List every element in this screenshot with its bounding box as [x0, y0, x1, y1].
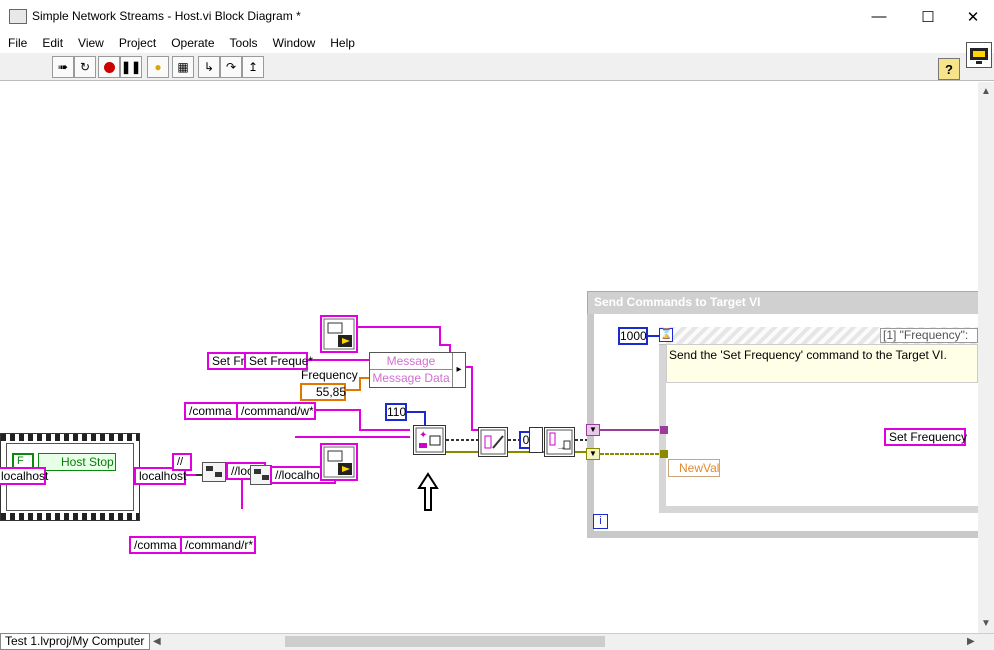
scroll-right-icon[interactable]: ▶: [967, 636, 975, 647]
concatenate-icon: [254, 469, 269, 480]
convert-icon: →: [546, 429, 573, 455]
set-frequency-constant-b[interactable]: Set Freque*: [244, 352, 313, 370]
network-stream-writer-icon: ✦: [415, 427, 444, 453]
scroll-down-icon[interactable]: ▼: [981, 618, 991, 629]
concatenate-strings-node-a[interactable]: [202, 462, 226, 482]
hourglass-icon: ⌛: [660, 329, 673, 340]
concatenate-strings-node-b[interactable]: [250, 465, 272, 485]
variant-to-data-node[interactable]: →: [544, 427, 575, 457]
create-network-stream-writer-node[interactable]: ✦: [413, 425, 446, 455]
slash-constant[interactable]: //: [172, 453, 192, 471]
boolean-constant-label: F: [17, 455, 24, 467]
project-context-path: Test 1.lvproj/My Computer: [0, 633, 150, 650]
iteration-terminal: i: [593, 514, 608, 529]
wait-ms-node[interactable]: ⌛: [659, 328, 673, 342]
case-selector[interactable]: [1] "Frequency":: [880, 328, 978, 343]
newval-unbundle[interactable]: NewVal: [668, 459, 720, 477]
shift-register-left-error[interactable]: ▼: [586, 448, 600, 460]
index-array-node[interactable]: [529, 427, 543, 453]
svg-text:✦: ✦: [419, 430, 427, 441]
up-arrow-annotation: [417, 472, 439, 511]
horizontal-scroll-thumb[interactable]: [285, 636, 605, 647]
film-strip-top: [1, 434, 139, 441]
set-frequency-constant-a[interactable]: Set Fre: [207, 352, 251, 370]
shift-register-left-reference[interactable]: ▼: [586, 424, 600, 436]
shift-register-icon: ▼: [589, 425, 597, 434]
vertical-scrollbar[interactable]: ▲ ▼: [978, 82, 994, 633]
command-w-constant-a[interactable]: /comma: [184, 402, 240, 420]
bundle-output-icon: ▸: [452, 353, 465, 387]
command-w-constant-b[interactable]: /command/w*: [236, 402, 316, 420]
message-class-constant-bottom[interactable]: [320, 443, 358, 481]
shift-register-icon: ▼: [589, 449, 597, 458]
loop-label: Send Commands to Target VI: [587, 291, 978, 314]
frequency-label: Frequency: [301, 368, 358, 382]
write-pencil-icon: [480, 429, 506, 455]
localhost-constant-a[interactable]: localhost: [0, 467, 48, 485]
scroll-left-icon[interactable]: ◀: [153, 636, 161, 647]
case-tunnel-error: [660, 450, 668, 458]
set-frequency-string-constant[interactable]: Set Frequency: [884, 428, 967, 446]
bundle-field-message-data: Message Data: [372, 371, 450, 385]
write-element-node[interactable]: [478, 427, 508, 457]
message-class-icon: [323, 318, 355, 350]
command-r-constant-a[interactable]: /comma: [129, 536, 183, 554]
case-tunnel-reference: [660, 426, 668, 434]
bundle-by-name-node[interactable]: Message Message Data ▸: [369, 352, 466, 388]
buffer-size-constant[interactable]: 110: [385, 403, 407, 421]
command-r-constant-b[interactable]: /command/r*: [180, 536, 256, 554]
case-selector-label: [1] "Frequency":: [883, 328, 969, 342]
wait-ms-constant[interactable]: 1000: [618, 327, 648, 345]
message-class-constant-top[interactable]: [320, 315, 358, 353]
film-strip-bottom: [1, 513, 139, 520]
host-stop-label: Host Stop: [61, 455, 114, 469]
host-stop-local-variable[interactable]: Host Stop: [38, 453, 116, 471]
concatenate-icon: [206, 466, 222, 477]
scroll-up-icon[interactable]: ▲: [981, 86, 991, 97]
frequency-control[interactable]: 55,85: [300, 383, 346, 401]
bundle-field-message: Message: [370, 353, 452, 370]
message-class-icon: [323, 446, 355, 478]
case-comment: Send the 'Set Frequency' command to the …: [666, 344, 978, 383]
